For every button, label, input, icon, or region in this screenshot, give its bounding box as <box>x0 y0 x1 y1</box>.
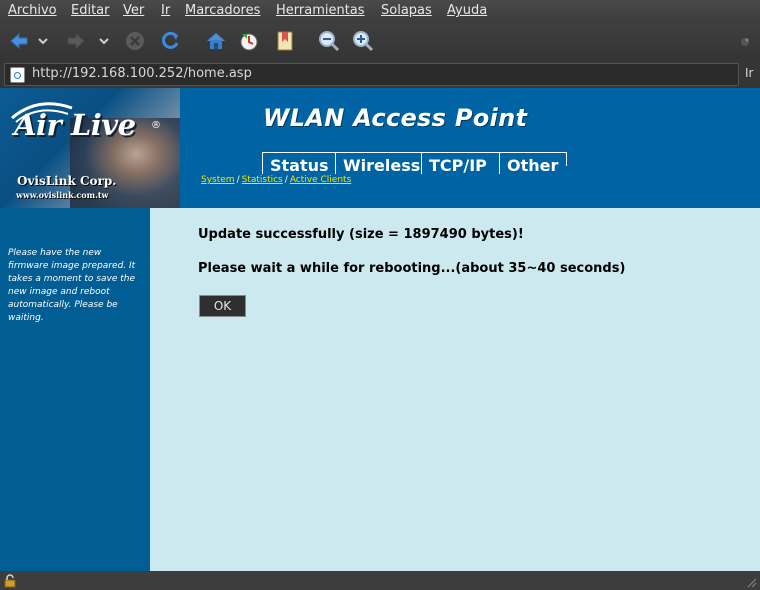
location-bar: http://192.168.100.252/home.asp Ir <box>0 60 760 88</box>
subnav-statistics[interactable]: Statistics <box>242 175 283 185</box>
menu-ayuda[interactable]: Ayuda <box>447 3 487 18</box>
back-history-icon[interactable] <box>36 30 50 52</box>
tabs-divider <box>566 152 567 166</box>
navigation-toolbar <box>0 23 760 60</box>
tab-wireless[interactable]: Wireless <box>335 152 421 175</box>
sidebar: Please have the new firmware image prepa… <box>0 208 150 571</box>
reboot-wait-message: Please wait a while for rebooting...(abo… <box>198 261 626 276</box>
status-bar <box>0 571 760 590</box>
menu-editar[interactable]: Editar <box>71 3 110 18</box>
zoom-out-icon[interactable] <box>318 30 340 52</box>
menu-archivo[interactable]: Archivo <box>8 3 57 18</box>
url-text[interactable]: http://192.168.100.252/home.asp <box>32 66 252 81</box>
home-icon[interactable] <box>205 30 227 52</box>
logo-text: Air Live <box>14 108 136 142</box>
menu-bar: Archivo Editar Ver Ir Marcadores Herrami… <box>0 0 760 23</box>
update-success-message: Update successfully (size = 1897490 byte… <box>198 227 524 242</box>
web-page: Air Live ® OvisLink Corp. www.ovislink.c… <box>0 88 760 571</box>
menu-ver[interactable]: Ver <box>123 3 144 18</box>
logo-corp-name: OvisLink Corp. <box>17 174 117 188</box>
back-icon[interactable] <box>8 30 30 52</box>
tab-tcpip[interactable]: TCP/IP <box>421 152 499 175</box>
logo-website: www.ovislink.com.tw <box>16 190 109 200</box>
airlive-logo: Air Live ® OvisLink Corp. www.ovislink.c… <box>0 88 180 208</box>
ok-button[interactable]: OK <box>199 295 246 317</box>
sidebar-help-text: Please have the new firmware image prepa… <box>8 248 136 323</box>
main-content: Update successfully (size = 1897490 byte… <box>150 208 760 571</box>
subnav-active-clients[interactable]: Active Clients <box>290 175 351 185</box>
forward-icon[interactable] <box>65 30 87 52</box>
url-input[interactable]: http://192.168.100.252/home.asp <box>4 63 739 86</box>
go-button[interactable]: Ir <box>745 66 753 80</box>
tab-other[interactable]: Other <box>499 152 567 175</box>
menu-solapas[interactable]: Solapas <box>381 3 432 18</box>
tab-status[interactable]: Status <box>262 152 335 175</box>
page-title: WLAN Access Point <box>263 104 528 132</box>
zoom-in-icon[interactable] <box>352 30 374 52</box>
forward-history-icon[interactable] <box>97 30 111 52</box>
throbber-icon <box>738 30 752 52</box>
menu-ir[interactable]: Ir <box>161 3 170 18</box>
history-icon[interactable] <box>238 30 260 52</box>
logo-registered-mark: ® <box>151 120 161 131</box>
menu-herramientas[interactable]: Herramientas <box>276 3 365 18</box>
page-header: Air Live ® OvisLink Corp. www.ovislink.c… <box>0 88 760 208</box>
menu-marcadores[interactable]: Marcadores <box>185 3 260 18</box>
subnav-separator: / <box>236 175 240 185</box>
site-icon <box>10 67 25 83</box>
sub-navigation: System / Statistics / Active Clients <box>201 175 351 185</box>
subnav-system[interactable]: System <box>201 175 235 185</box>
subnav-separator: / <box>284 175 288 185</box>
stop-icon[interactable] <box>124 30 146 52</box>
security-lock-icon[interactable] <box>3 574 17 588</box>
reload-icon[interactable] <box>159 30 181 52</box>
bookmark-icon[interactable] <box>274 30 296 52</box>
resize-grip-icon[interactable] <box>745 576 757 588</box>
